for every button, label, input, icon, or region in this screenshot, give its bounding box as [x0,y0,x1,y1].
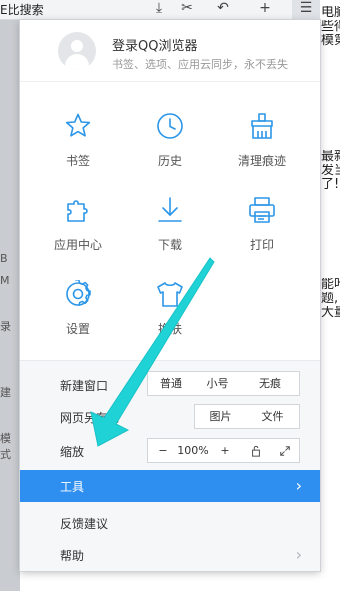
right-snippet: 模第 [321,34,340,47]
bookmarks-button[interactable]: 书签 [36,112,120,182]
zoom-control: − 100% + [147,438,243,463]
settings-button[interactable]: 设置 [36,280,120,350]
right-snippet: 些得 [321,20,340,33]
bookmarks-label: 书签 [65,154,90,168]
clock-icon [157,113,183,139]
fullscreen-button[interactable] [270,438,300,463]
clear-traces-button[interactable]: 清理痕迹 [220,112,304,182]
feedback-label: 反馈建议 [60,517,109,531]
browser-toolbar: E比搜索 ⤓ ✂ ↶ + ☰ [0,0,340,20]
left-glyph: 模式 [0,432,11,461]
new-window-small-button[interactable]: 小号 [194,371,242,396]
download-icon [158,197,182,222]
gear-icon [66,280,91,307]
download-toolbar-icon[interactable]: ⤓ [150,0,168,18]
shirt-icon [157,282,183,307]
new-window-incognito-button[interactable]: 无痕 [241,371,300,396]
add-tab-icon[interactable]: + [256,0,274,18]
clear-traces-label: 清理痕迹 [237,154,286,168]
new-window-label: 新建窗口 [60,379,109,393]
menu-item-help[interactable]: 帮助 › [20,539,320,571]
browser-main-menu: 登录QQ浏览器 书签、选项、应用云同步，永不丢失 书签 历史 清理痕迹 应用中心 [20,20,320,571]
zoom-out-button[interactable]: − [154,439,172,462]
save-as-file-button[interactable]: 文件 [246,404,300,429]
background-right-pane: 电脑 些得 模第 最新 发当 了! 能叶 题, 大量 [320,0,340,591]
menu-item-feedback[interactable]: 反馈建议 [20,507,320,539]
undo-toolbar-icon[interactable]: ↶ [214,0,232,18]
save-page-as-label: 网页另存为 [60,411,121,425]
chevron-right-icon: › [295,545,302,564]
history-button[interactable]: 历史 [128,112,212,182]
new-window-normal-button[interactable]: 普通 [147,371,195,396]
save-as-image-button[interactable]: 图片 [194,404,247,429]
puzzle-icon [67,200,88,222]
left-glyph: 录 [0,320,11,333]
settings-label: 设置 [65,322,90,336]
right-snippet: 电脑 [321,6,340,19]
print-label: 打印 [249,238,274,252]
left-glyph: B [0,252,8,265]
right-snippet: 了! [321,178,340,191]
history-label: 历史 [157,154,182,168]
star-icon [65,113,91,137]
app-center-button[interactable]: 应用中心 [36,196,120,266]
menu-button-icon[interactable]: ☰ [292,0,320,20]
print-button[interactable]: 打印 [220,196,304,266]
left-glyph: 建 [0,386,11,399]
login-subtitle: 书签、选项、应用云同步，永不丢失 [112,58,288,71]
printer-icon [249,197,275,223]
menu-bottom-panel: 新建窗口 普通 小号 无痕 网页另存为 图片 文件 缩放 − 100% + 工具… [20,360,320,571]
lock-zoom-button[interactable] [242,438,271,463]
login-title[interactable]: 登录QQ浏览器 [112,35,197,54]
menu-item-tools[interactable]: 工具 › [20,470,320,502]
right-snippet: 大量 [321,306,340,319]
right-snippet: 题, [321,292,339,305]
background-left-pane: B M 录 建 模式 [0,20,20,591]
toolbar-cut-text: E比搜索 [0,3,44,17]
zoom-value: 100% [177,444,209,457]
zoom-label: 缩放 [60,445,85,459]
broom-icon [251,113,273,139]
change-skin-button[interactable]: 换肤 [128,280,212,350]
background-bottom [20,571,320,591]
app-center-label: 应用中心 [53,238,102,252]
right-snippet: 最新 [321,150,340,163]
help-label: 帮助 [60,549,85,563]
cut-toolbar-icon[interactable]: ✂ [178,0,196,18]
left-glyph: M [0,274,10,287]
unlock-icon [252,445,260,457]
tools-label: 工具 [60,480,85,494]
download-button[interactable]: 下载 [128,196,212,266]
zoom-in-button[interactable]: + [216,439,234,462]
download-label: 下载 [157,238,182,252]
avatar[interactable] [58,32,96,70]
right-snippet: 发当 [321,164,340,177]
account-login-area[interactable]: 登录QQ浏览器 书签、选项、应用云同步，永不丢失 [20,20,320,82]
change-skin-label: 换肤 [157,322,182,336]
expand-icon [279,446,290,456]
chevron-right-icon: › [295,476,302,495]
right-snippet: 能叶 [321,278,340,291]
